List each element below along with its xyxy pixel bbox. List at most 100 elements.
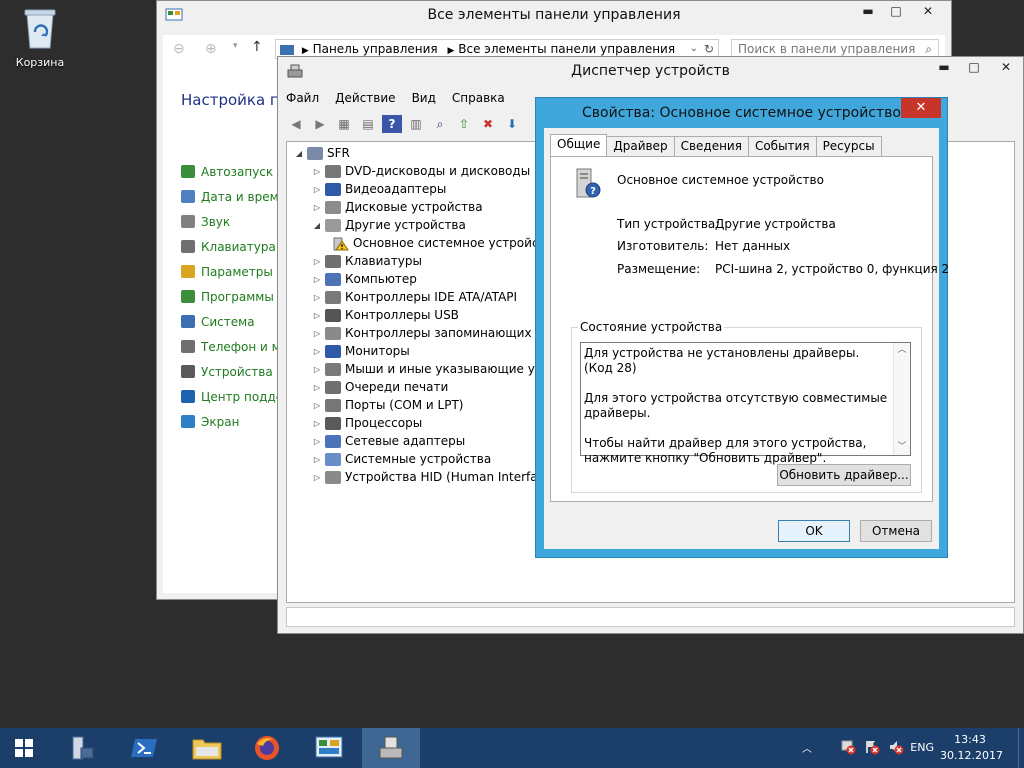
recycle-bin[interactable]: Корзина — [8, 6, 72, 69]
speaker-icon — [181, 215, 195, 228]
tree-node-print-queues[interactable]: ▷ Очереди печати — [311, 378, 558, 396]
back-icon[interactable]: ⊖ — [173, 41, 185, 57]
tree-node-storage[interactable]: ▷ Контроллеры запоминающих уст — [311, 324, 558, 342]
tab-events[interactable]: События — [747, 136, 817, 156]
maximize-button[interactable]: □ — [959, 57, 989, 77]
device-status-text[interactable]: Для устройства не установлены драйверы. … — [580, 342, 911, 465]
show-desktop-button[interactable] — [1018, 728, 1024, 768]
tree-node-system-devices[interactable]: ▷ Системные устройства — [311, 450, 558, 468]
cp-item-phone-modem[interactable]: Телефон и мо — [181, 334, 292, 359]
tree-node-network[interactable]: ▷ Сетевые адаптеры — [311, 432, 558, 450]
tab-general[interactable]: Общие — [550, 134, 608, 156]
close-button[interactable]: ✕ — [991, 57, 1021, 77]
ok-button[interactable]: OK — [778, 520, 850, 542]
device-manager-taskbar-button[interactable] — [362, 728, 420, 768]
control-panel-titlebar[interactable]: Все элементы панели управления ▬ □ ✕ — [157, 1, 951, 31]
toolbar: ◀ ▶ ▦ ▤ ? ▥ ⌕ ⇧ ✖ ⬇ — [286, 111, 522, 137]
network-warning-icon[interactable] — [840, 739, 856, 755]
close-button[interactable]: ✕ — [901, 98, 941, 118]
cp-item-autoplay[interactable]: Автозапуск — [181, 159, 292, 184]
tree-node-disk[interactable]: ▷ Дисковые устройства — [311, 198, 558, 216]
cp-item-folder-options[interactable]: Параметры па — [181, 259, 292, 284]
cp-item-programs[interactable]: Программы и — [181, 284, 292, 309]
start-button[interactable] — [0, 728, 48, 768]
warning-device-icon — [333, 237, 349, 250]
tree-node-hid[interactable]: ▷ Устройства HID (Human Interface — [311, 468, 558, 486]
tab-driver[interactable]: Драйвер — [606, 136, 675, 156]
tree-node-ide[interactable]: ▷ Контроллеры IDE ATA/ATAPI — [311, 288, 558, 306]
location-label: Размещение: — [617, 262, 701, 276]
breadcrumb-all-items[interactable]: Все элементы панели управления — [458, 42, 675, 56]
display-icon — [181, 415, 195, 428]
cp-item-display[interactable]: Экран — [181, 409, 292, 434]
show-hidden-icons-chevron-icon[interactable]: ︿ — [802, 740, 812, 755]
tree-node-dvd[interactable]: ▷ DVD-дисководы и дисководы ком — [311, 162, 558, 180]
update-driver-icon[interactable]: ⇧ — [454, 115, 474, 133]
tree-node-usb[interactable]: ▷ Контроллеры USB — [311, 306, 558, 324]
maximize-button[interactable]: □ — [881, 1, 911, 21]
tree-node-keyboards[interactable]: ▷ Клавиатуры — [311, 252, 558, 270]
page-heading: Настройка па — [181, 91, 289, 109]
usb-icon — [325, 308, 341, 322]
menu-help[interactable]: Справка — [452, 91, 505, 105]
tree-node-processors[interactable]: ▷ Процессоры — [311, 414, 558, 432]
properties-icon[interactable]: ▤ — [358, 115, 378, 133]
file-explorer-taskbar-button[interactable] — [178, 728, 236, 768]
cp-item-date-time[interactable]: Дата и время — [181, 184, 292, 209]
minimize-button[interactable]: ▬ — [929, 57, 959, 77]
autoplay-icon — [181, 165, 195, 178]
network-adapter-icon — [325, 434, 341, 448]
flag-icon — [181, 390, 195, 403]
menu-action[interactable]: Действие — [335, 91, 395, 105]
firefox-taskbar-button[interactable] — [238, 728, 296, 768]
volume-muted-icon[interactable] — [888, 739, 904, 755]
tree-node-computer[interactable]: ▷ Компьютер — [311, 270, 558, 288]
forward-arrow-icon[interactable]: ▶ — [310, 115, 330, 133]
menu-file[interactable]: Файл — [286, 91, 319, 105]
tree-node-monitors[interactable]: ▷ Мониторы — [311, 342, 558, 360]
tree-node-other[interactable]: ◢ Другие устройства — [311, 216, 558, 234]
close-button[interactable]: ✕ — [911, 1, 945, 21]
action-center-warning-icon[interactable] — [864, 739, 880, 755]
tree-node-mice[interactable]: ▷ Мыши и иные указывающие устр — [311, 360, 558, 378]
uninstall-device-icon[interactable]: ✖ — [478, 115, 498, 133]
minimize-button[interactable]: ▬ — [853, 1, 883, 21]
help-icon[interactable]: ? — [382, 115, 402, 133]
cp-item-action-center[interactable]: Центр поддер — [181, 384, 292, 409]
tab-strip: Общие Драйвер Сведения События Ресурсы — [550, 134, 882, 156]
forward-icon[interactable]: ⊕ — [205, 41, 217, 57]
tab-details[interactable]: Сведения — [673, 136, 749, 156]
device-manager-titlebar[interactable]: Диспетчер устройств ▬ □ ✕ — [278, 57, 1023, 87]
tree-root[interactable]: ◢ SFR — [293, 144, 558, 162]
cp-item-sound[interactable]: Звук — [181, 209, 292, 234]
tab-resources[interactable]: Ресурсы — [815, 136, 882, 156]
language-indicator[interactable]: ENG — [910, 741, 934, 754]
back-arrow-icon[interactable]: ◀ — [286, 115, 306, 133]
powershell-taskbar-button[interactable] — [116, 728, 174, 768]
history-chevron-icon[interactable]: ▾ — [233, 41, 238, 51]
port-icon — [325, 398, 341, 412]
breadcrumb-control-panel[interactable]: Панель управления — [313, 42, 438, 56]
console-tree-icon[interactable]: ▦ — [334, 115, 354, 133]
powershell-icon — [131, 739, 157, 757]
cancel-button[interactable]: Отмена — [860, 520, 932, 542]
clock[interactable]: 13:43 30.12.2017 — [940, 733, 1003, 762]
cp-item-system[interactable]: Система — [181, 309, 292, 334]
scroll-down-icon[interactable]: ﹀ — [894, 440, 910, 455]
update-driver-button[interactable]: Обновить драйвер... — [777, 464, 911, 486]
firefox-icon — [255, 736, 279, 760]
tree-node-video[interactable]: ▷ Видеоадаптеры — [311, 180, 558, 198]
status-scrollbar[interactable]: ︿ ﹀ — [893, 343, 910, 455]
menu-view[interactable]: Вид — [412, 91, 436, 105]
enable-device-icon[interactable]: ⬇ — [502, 115, 522, 133]
control-panel-taskbar-button[interactable] — [300, 728, 358, 768]
scan-hardware-icon[interactable]: ⌕ — [430, 115, 450, 133]
scroll-up-icon[interactable]: ︿ — [894, 343, 910, 358]
view-icon[interactable]: ▥ — [406, 115, 426, 133]
tree-node-base-system-device[interactable]: Основное системное устройст — [311, 234, 558, 252]
cp-item-keyboard[interactable]: Клавиатура — [181, 234, 292, 259]
up-icon[interactable]: ↑ — [251, 39, 263, 55]
server-manager-taskbar-button[interactable] — [52, 728, 110, 768]
tree-node-ports[interactable]: ▷ Порты (COM и LPT) — [311, 396, 558, 414]
cp-item-devices-printers[interactable]: Устройства и — [181, 359, 292, 384]
